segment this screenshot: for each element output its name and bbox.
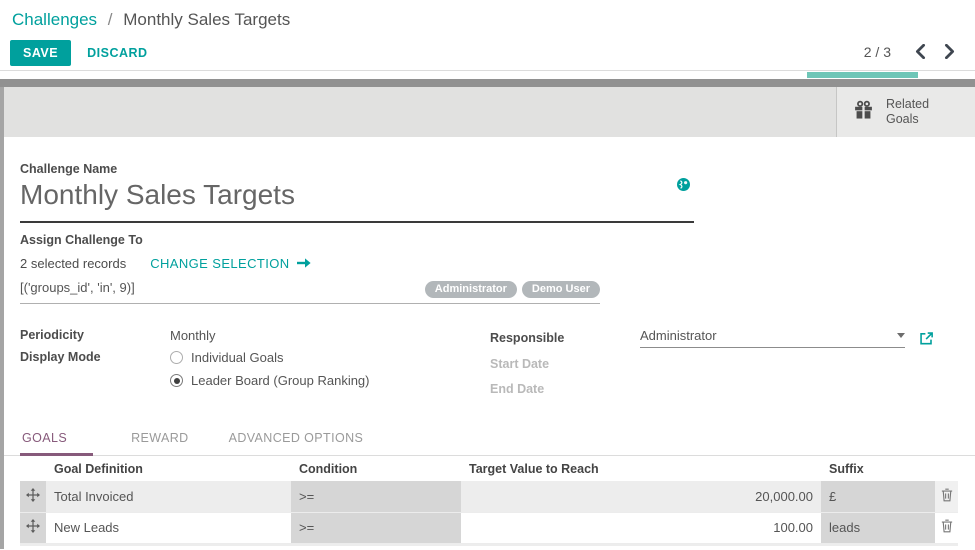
cell-condition[interactable]: >= xyxy=(291,512,461,543)
header-suffix[interactable]: Suffix xyxy=(821,456,935,481)
cell-target-value[interactable]: 100.00 xyxy=(461,512,821,543)
domain-input[interactable]: [('groups_id', 'in', 9)] Administrator D… xyxy=(20,279,600,304)
pager: 2 / 3 xyxy=(864,42,957,61)
tag-administrator[interactable]: Administrator xyxy=(425,281,517,298)
move-icon xyxy=(26,521,40,536)
change-selection-link[interactable]: CHANGE SELECTION xyxy=(150,256,310,271)
save-button[interactable]: SAVE xyxy=(10,40,71,66)
form-sheet: Related Goals Challenge Name Monthly Sal… xyxy=(0,87,975,549)
periodicity-value[interactable]: Monthly xyxy=(170,328,216,343)
table-row-total-invoiced: Total Invoiced >= 20,000.00 £ xyxy=(20,481,958,512)
move-icon xyxy=(26,490,40,505)
table-row-new-leads: New Leads >= 100.00 leads xyxy=(20,512,958,543)
responsible-label: Responsible xyxy=(490,331,640,345)
pager-count: 2 / 3 xyxy=(864,44,891,60)
chevron-right-icon xyxy=(944,47,955,62)
responsible-input[interactable]: Administrator xyxy=(640,328,905,348)
challenge-name-value: Monthly Sales Targets xyxy=(20,178,694,212)
goals-table: Goal Definition Condition Target Value t… xyxy=(20,456,958,544)
cell-goal-definition[interactable]: Total Invoiced xyxy=(46,481,291,512)
display-mode-label: Display Mode xyxy=(20,350,170,364)
domain-value: [('groups_id', 'in', 9)] xyxy=(20,280,135,295)
end-date-label: End Date xyxy=(490,382,640,396)
discard-button[interactable]: DISCARD xyxy=(87,46,147,60)
cell-suffix[interactable]: £ xyxy=(821,481,935,512)
header-goal-definition[interactable]: Goal Definition xyxy=(46,456,291,481)
drag-handle[interactable] xyxy=(20,512,46,543)
radio-leader-board[interactable]: Leader Board (Group Ranking) xyxy=(170,373,490,388)
chevron-left-icon xyxy=(915,47,926,62)
translate-globe-icon[interactable] xyxy=(677,178,690,191)
trash-icon xyxy=(941,490,953,505)
gift-icon xyxy=(853,99,874,125)
challenge-name-label: Challenge Name xyxy=(20,162,975,176)
cell-suffix[interactable]: leads xyxy=(821,512,935,543)
page-background-band xyxy=(0,79,975,87)
selected-records-text: 2 selected records xyxy=(20,256,126,271)
cell-goal-definition[interactable]: New Leads xyxy=(46,512,291,543)
radio-individual-goals[interactable]: Individual Goals xyxy=(170,350,284,365)
responsible-value: Administrator xyxy=(640,328,717,343)
cell-condition[interactable]: >= xyxy=(291,481,461,512)
header-condition[interactable]: Condition xyxy=(291,456,461,481)
notebook-tabs: GOALS REWARD ADVANCED OPTIONS xyxy=(4,431,975,456)
goals-table-header-row: Goal Definition Condition Target Value t… xyxy=(20,456,958,481)
tab-goals[interactable]: GOALS xyxy=(20,431,93,456)
next-row-strip[interactable] xyxy=(20,544,958,546)
challenge-name-input[interactable]: Monthly Sales Targets xyxy=(20,176,694,223)
periodicity-label: Periodicity xyxy=(20,328,170,342)
gap-strip xyxy=(0,71,975,79)
group-tags: Administrator Demo User xyxy=(425,281,600,298)
change-selection-label: CHANGE SELECTION xyxy=(150,256,289,271)
dropdown-caret-icon[interactable] xyxy=(897,333,905,338)
related-goals-button[interactable]: Related Goals xyxy=(836,87,975,137)
control-panel: Challenges / Monthly Sales Targets SAVE … xyxy=(0,0,975,71)
external-link-icon[interactable] xyxy=(919,331,934,346)
cell-target-value[interactable]: 20,000.00 xyxy=(461,481,821,512)
start-date-label: Start Date xyxy=(490,357,640,371)
radio-individual-goals-label: Individual Goals xyxy=(191,350,284,365)
tab-reward[interactable]: REWARD xyxy=(129,431,191,456)
drag-handle[interactable] xyxy=(20,481,46,512)
statusbar: Related Goals xyxy=(4,87,975,137)
related-goals-label: Related Goals xyxy=(886,97,940,127)
tab-advanced-options[interactable]: ADVANCED OPTIONS xyxy=(227,431,366,456)
breadcrumb: Challenges / Monthly Sales Targets xyxy=(12,0,975,30)
header-target-value[interactable]: Target Value to Reach xyxy=(461,456,821,481)
pager-previous-button[interactable] xyxy=(913,42,928,61)
delete-row-button[interactable] xyxy=(935,481,958,512)
pager-next-button[interactable] xyxy=(942,42,957,61)
breadcrumb-current: Monthly Sales Targets xyxy=(123,10,290,29)
radio-leader-board-label: Leader Board (Group Ranking) xyxy=(191,373,370,388)
breadcrumb-challenges-link[interactable]: Challenges xyxy=(12,10,97,29)
tag-demo-user[interactable]: Demo User xyxy=(522,281,600,298)
radio-checked-icon xyxy=(170,374,183,387)
radio-unchecked-icon xyxy=(170,351,183,364)
trash-icon xyxy=(941,521,953,536)
assign-challenge-label: Assign Challenge To xyxy=(20,233,975,247)
arrow-right-icon xyxy=(297,256,311,271)
scrollbar-thumb[interactable] xyxy=(807,72,918,78)
delete-row-button[interactable] xyxy=(935,512,958,543)
breadcrumb-separator: / xyxy=(108,10,113,29)
